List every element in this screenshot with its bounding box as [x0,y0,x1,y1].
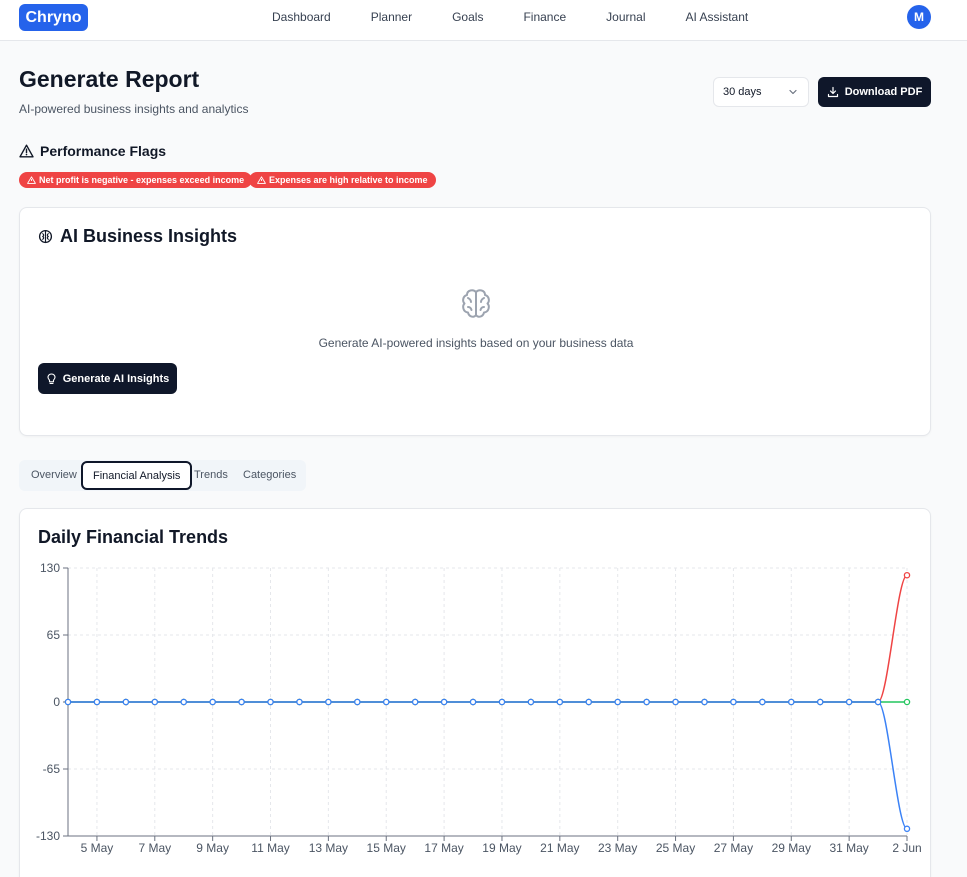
nav-finance[interactable]: Finance [503,0,586,35]
nav-planner[interactable]: Planner [351,0,432,35]
ai-insights-heading: AI Business Insights [38,226,237,247]
x-tick-label: 15 May [367,841,406,855]
nav-goals[interactable]: Goals [432,0,503,35]
brain-icon [462,289,490,318]
x-tick-label: 9 May [196,841,229,855]
flag-badge: Expenses are high relative to income [249,172,436,188]
x-tick-label: 25 May [656,841,695,855]
data-point [903,698,911,706]
page-subtitle: AI-powered business insights and analyti… [19,102,249,116]
series-line [68,701,908,830]
y-tick-label: 0 [53,695,60,709]
x-tick-label: 27 May [714,841,753,855]
warning-triangle-icon [257,176,266,184]
page-title: Generate Report [19,66,200,92]
generate-ai-insights-button[interactable]: Generate AI Insights [38,363,177,394]
nav-journal[interactable]: Journal [586,0,665,35]
x-tick-label: 21 May [540,841,579,855]
data-point [903,825,911,833]
download-icon [827,86,838,98]
tab-overview[interactable]: Overview [31,460,77,491]
data-point [440,698,448,706]
ai-insights-description: Generate AI-powered insights based on yo… [318,336,634,350]
data-point [730,698,737,706]
data-point [701,698,708,706]
x-tick-label: 11 May [251,841,289,855]
data-point [209,698,216,706]
data-point [296,698,303,706]
x-tick-label: 17 May [424,841,463,855]
data-point [93,698,101,706]
report-tabs: Overview Financial Analysis Trends Categ… [19,460,306,491]
ai-insights-title: AI Business Insights [60,226,238,246]
performance-flags-heading: Performance Flags [19,143,166,159]
daily-trends-chart: 130 65 0 -65 -130 5 May 7 May 9 May 11 May 13 May… [36,561,922,855]
tab-financial-analysis[interactable]: Financial Analysis [81,461,193,490]
data-point [354,698,361,706]
data-point [411,698,419,706]
data-point [614,698,621,706]
data-point [498,698,506,706]
x-tick-label: 29 May [772,841,811,855]
x-tick-label: 7 May [138,841,171,855]
data-point [903,571,911,579]
x-tick-label: 5 May [81,841,114,855]
x-tick-label: 31 May [829,841,868,855]
download-pdf-label: Download PDF [844,86,923,98]
y-tick-label: -130 [36,829,60,843]
y-tick-label: -65 [43,762,61,776]
data-point [527,698,535,706]
data-point [180,698,187,706]
data-point [238,698,245,706]
chevron-down-icon [789,89,797,95]
data-point [788,698,795,706]
lightbulb-icon [47,372,56,384]
data-point [151,698,159,706]
top-navbar: Chryno Dashboard Planner Goals Finance J… [0,0,967,41]
y-tick-label: 65 [47,628,61,642]
data-point [672,698,679,706]
data-point [585,698,593,706]
nav-ai-assistant[interactable]: AI Assistant [666,0,769,35]
data-point [267,698,274,706]
ai-insights-card: AI Business Insights Generate AI-powered… [19,207,931,436]
brain-icon [38,229,53,244]
warning-triangle-icon [19,144,34,158]
data-point [64,698,72,706]
data-point [759,698,766,706]
data-point [469,698,477,706]
period-select-value: 30 days [723,86,762,98]
series-line [68,574,908,703]
period-select[interactable]: 30 days [713,77,809,107]
download-pdf-button[interactable]: Download PDF [818,77,931,107]
data-point [382,698,390,706]
app-logo[interactable]: Chryno [19,4,88,31]
y-tick-label: 130 [40,561,60,575]
user-avatar[interactable]: M [907,5,931,29]
daily-trends-card: Daily Financial Trends 130 65 0 -65 -130 5 Ma… [19,508,931,877]
flag-badge: Net profit is negative - expenses exceed… [19,172,253,188]
data-point [643,698,650,706]
warning-triangle-icon [27,176,36,184]
flag-badge-label: Expenses are high relative to income [269,175,428,185]
tab-categories[interactable]: Categories [243,460,296,491]
flag-badge-label: Net profit is negative - expenses exceed… [39,175,245,185]
performance-flags-title: Performance Flags [40,143,167,159]
data-point [122,698,130,706]
data-point [874,698,882,706]
x-tick-label: 2 Jun [892,841,921,855]
main-nav: Dashboard Planner Goals Finance Journal … [252,0,768,35]
data-point [816,698,824,706]
tab-trends[interactable]: Trends [194,460,228,491]
data-point [325,698,332,706]
x-tick-label: 23 May [598,841,637,855]
data-point [556,698,564,706]
x-tick-label: 19 May [482,841,521,855]
nav-dashboard[interactable]: Dashboard [252,0,351,35]
data-point [845,698,853,706]
x-tick-label: 13 May [309,841,348,855]
generate-ai-insights-label: Generate AI Insights [62,372,170,385]
